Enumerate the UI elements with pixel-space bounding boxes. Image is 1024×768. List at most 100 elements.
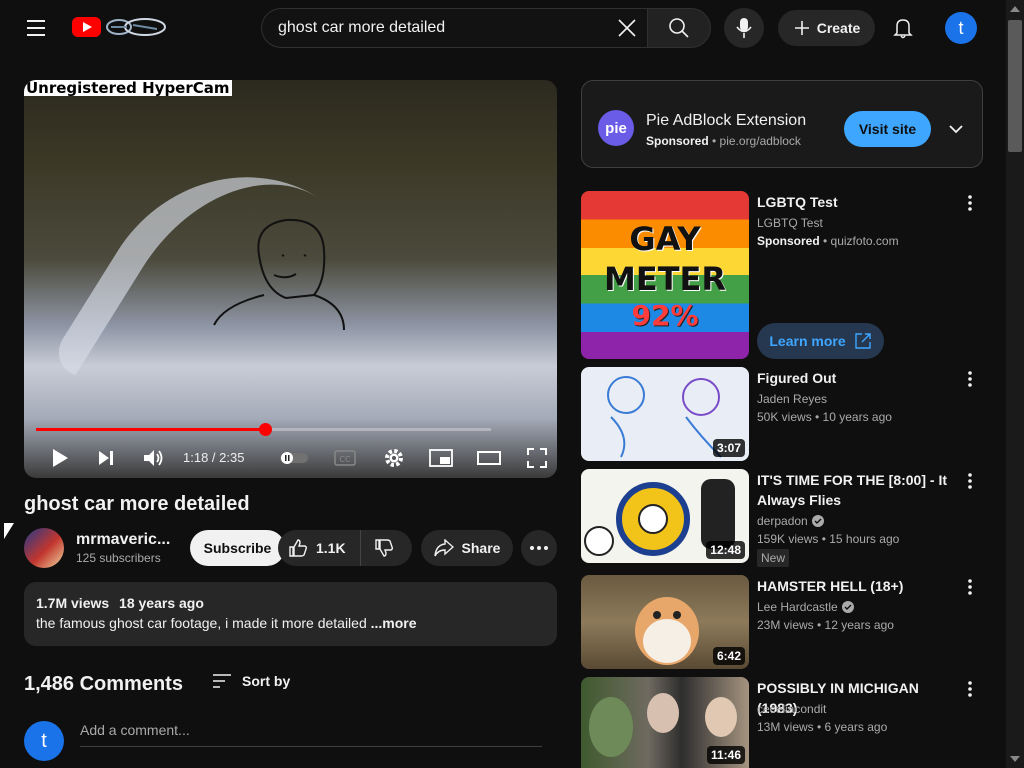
autoplay-toggle[interactable] [278, 444, 310, 472]
like-button[interactable]: 1.1K [278, 530, 361, 566]
next-icon [99, 451, 113, 465]
subscribe-button[interactable]: Subscribe [190, 530, 285, 566]
video-duration: 11:46 [706, 746, 745, 764]
video-thumbnail[interactable]: GAY METER 92% [581, 191, 749, 359]
recommendation-title[interactable]: IT'S TIME FOR THE [8:00] - It Always Fli… [757, 470, 959, 510]
captions-icon: CC [334, 450, 356, 466]
search-button[interactable] [647, 8, 711, 48]
menu-icon[interactable] [18, 14, 54, 42]
verified-icon [841, 601, 854, 613]
channel-name: Lee Hardcastle [757, 600, 838, 614]
miniplayer-button[interactable] [428, 444, 454, 472]
video-thumbnail[interactable]: 11:46 [581, 677, 749, 768]
mic-icon [736, 18, 752, 38]
close-icon [618, 19, 636, 37]
voice-search-button[interactable] [724, 8, 764, 48]
play-button[interactable] [46, 444, 74, 472]
create-button[interactable]: Create [778, 10, 875, 46]
settings-button[interactable] [381, 444, 407, 472]
channel-avatar[interactable] [24, 528, 64, 568]
scroll-down-arrow-icon[interactable] [1010, 756, 1020, 762]
video-duration: 12:48 [706, 541, 745, 559]
external-link-icon [854, 333, 871, 349]
notifications-button[interactable] [884, 10, 922, 46]
video-thumbnail[interactable]: 12:48 [581, 469, 749, 563]
ghost-drawing [213, 218, 345, 331]
video-thumbnail[interactable]: 3:07 [581, 367, 749, 461]
recommendation-title[interactable]: HAMSTER HELL (18+) [757, 576, 959, 596]
theater-button[interactable] [476, 444, 502, 472]
more-options-button[interactable] [963, 471, 977, 491]
more-options-button[interactable] [963, 679, 977, 699]
recommendation-item[interactable]: 11:46 POSSIBLY IN MICHIGAN (1983) ceceli… [581, 677, 983, 768]
fullscreen-button[interactable] [524, 444, 550, 472]
mouse-cursor-icon [4, 523, 14, 539]
recommendation-title[interactable]: LGBTQ Test [757, 192, 959, 212]
youtube-logo[interactable] [72, 14, 169, 40]
more-options-button[interactable] [963, 369, 977, 389]
visit-site-button[interactable]: Visit site [844, 111, 931, 147]
thumbnail-text-line: METER [603, 259, 727, 298]
next-button[interactable] [92, 444, 120, 472]
video-thumbnail[interactable]: 6:42 [581, 575, 749, 669]
dislike-button[interactable] [361, 530, 407, 566]
page-scrollbar[interactable] [1006, 0, 1024, 768]
show-more-link[interactable]: ...more [371, 615, 417, 631]
sponsored-label: Sponsored [757, 234, 820, 248]
like-count: 1.1K [316, 540, 346, 556]
recommendation-channel[interactable]: ceceliacondit [757, 702, 826, 716]
sort-by-button[interactable]: Sort by [212, 670, 290, 692]
sort-by-label: Sort by [242, 673, 291, 689]
time-display: 1:18 / 2:35 [183, 450, 245, 465]
search-icon [669, 18, 689, 38]
scroll-up-arrow-icon[interactable] [1010, 6, 1020, 12]
thumbs-down-icon [374, 539, 393, 557]
recommendation-item[interactable]: GAY METER 92% LGBTQ Test LGBTQ Test Spon… [581, 191, 983, 361]
recommendation-channel[interactable]: derpadon [757, 514, 824, 528]
account-avatar[interactable]: t [945, 12, 977, 44]
channel-name[interactable]: mrmaveric... [76, 531, 170, 549]
recommendation-channel[interactable]: Lee Hardcastle [757, 600, 854, 614]
description-box[interactable]: 1.7M views 18 years ago the famous ghost… [24, 582, 557, 646]
video-player[interactable]: Unregistered HyperCam 1:18 / 2:35 CC [24, 80, 557, 478]
more-vertical-icon [968, 473, 972, 489]
chevron-down-icon [949, 125, 963, 134]
recommendation-item[interactable]: 6:42 HAMSTER HELL (18+) Lee Hardcastle 2… [581, 575, 983, 671]
progress-bar[interactable] [36, 423, 491, 436]
comment-input[interactable]: Add a comment... [80, 722, 542, 747]
ad-title[interactable]: Pie AdBlock Extension [646, 112, 806, 130]
learn-more-button[interactable]: Learn more [757, 323, 884, 359]
search-input[interactable]: ghost car more detailed [261, 8, 647, 48]
clear-search-button[interactable] [607, 8, 647, 48]
more-horizontal-icon [530, 546, 548, 550]
video-frame[interactable]: Unregistered HyperCam [24, 80, 557, 478]
more-actions-button[interactable] [521, 530, 557, 566]
recommendation-item[interactable]: 12:48 IT'S TIME FOR THE [8:00] - It Alwa… [581, 469, 983, 567]
ad-expand-button[interactable] [944, 117, 968, 141]
volume-button[interactable] [140, 444, 168, 472]
share-button[interactable]: Share [421, 530, 513, 566]
captions-button[interactable]: CC [332, 444, 358, 472]
doodle-logo-icon [106, 18, 166, 36]
subscriber-count: 125 subscribers [76, 551, 161, 565]
sponsored-domain: • quizfoto.com [819, 234, 899, 248]
thumbs-up-icon [289, 539, 308, 557]
theater-icon [477, 451, 501, 465]
recommendation-item[interactable]: 3:07 Figured Out Jaden Reyes 50K views •… [581, 367, 983, 463]
scrollbar-thumb[interactable] [1008, 20, 1022, 152]
more-options-button[interactable] [963, 193, 977, 213]
more-options-button[interactable] [963, 577, 977, 597]
progress-scrubber[interactable] [258, 423, 272, 436]
recommendation-channel[interactable]: Jaden Reyes [757, 392, 827, 406]
ad-subtitle: Sponsored • pie.org/adblock [646, 134, 801, 148]
bell-icon [893, 19, 913, 39]
upload-age: 18 years ago [119, 595, 204, 611]
miniplayer-icon [429, 449, 453, 467]
recommendation-channel[interactable]: LGBTQ Test [757, 216, 823, 230]
recommendation-title[interactable]: Figured Out [757, 368, 959, 388]
video-title: ghost car more detailed [24, 493, 250, 515]
more-vertical-icon [968, 579, 972, 595]
sponsored-ad-card[interactable]: pie Pie AdBlock Extension Sponsored • pi… [581, 80, 983, 168]
hypercam-watermark: Unregistered HyperCam [24, 80, 232, 97]
more-vertical-icon [968, 371, 972, 387]
